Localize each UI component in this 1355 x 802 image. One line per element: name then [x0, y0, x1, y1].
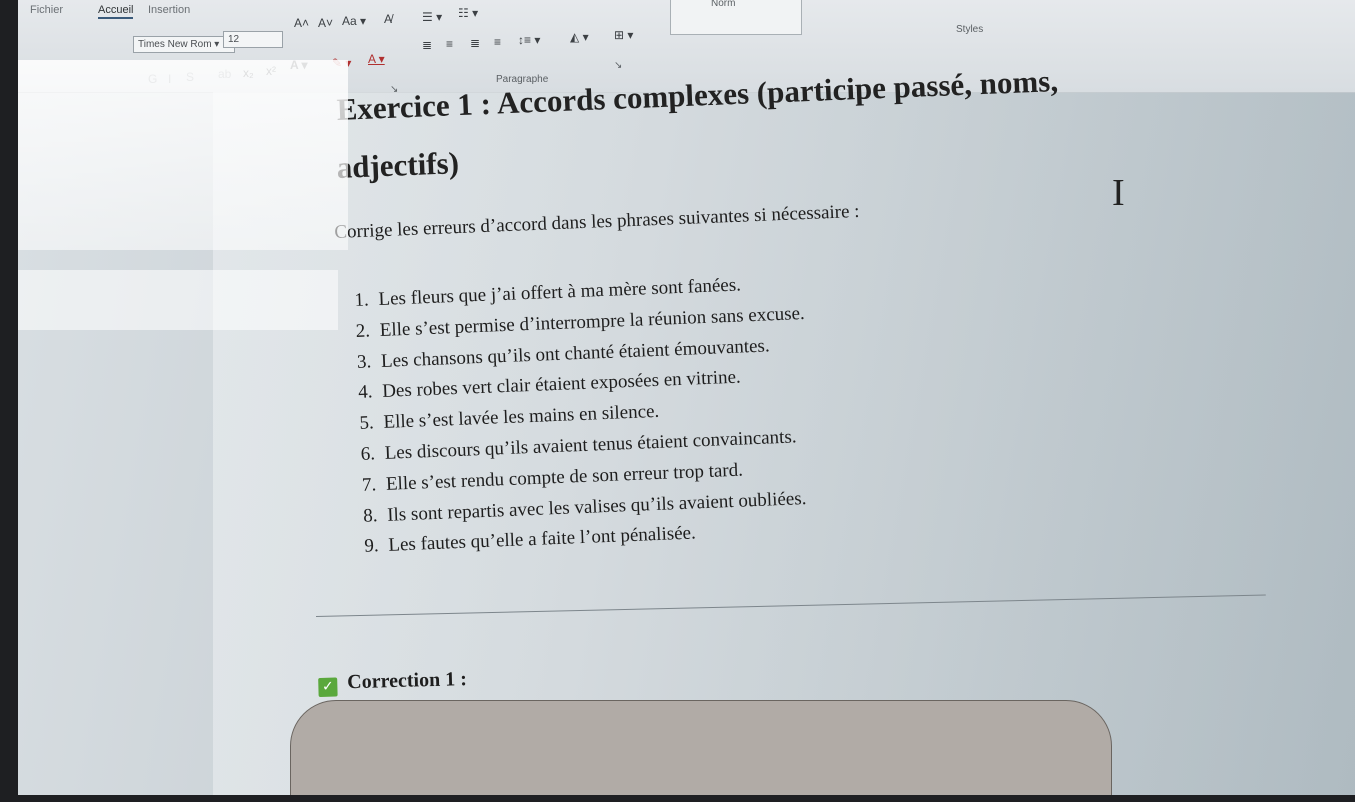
bullets-icon[interactable]: ☰ ▾	[422, 10, 442, 24]
text-effects-icon[interactable]: A ▾	[290, 58, 308, 72]
correction-heading: ✓ Correction 1 :	[318, 668, 467, 697]
exercise-item-number: 1.	[354, 289, 370, 311]
screen: Fichier Accueil Insertion Times New Rom …	[18, 0, 1355, 795]
font-name-value: Times New Rom	[138, 39, 212, 50]
strikethrough-button[interactable]: ab	[218, 67, 231, 81]
exercise-item-number: 7.	[361, 474, 377, 496]
exercise-list: 1. Les fleurs que j’ai offert à ma mère s…	[354, 268, 814, 563]
change-case-button[interactable]: Aa ▾	[342, 14, 366, 28]
checkmark-icon: ✓	[318, 677, 338, 697]
justify-icon[interactable]: ≡	[494, 35, 501, 49]
exercise-item-number: 8.	[362, 504, 378, 527]
chevron-down-icon: ▾	[211, 39, 220, 50]
exercise-item-number: 5.	[359, 412, 375, 435]
exercise-item-number: 6.	[360, 443, 376, 465]
style-gallery[interactable]: Norm	[670, 0, 802, 35]
line-spacing-icon[interactable]: ↕≡ ▾	[518, 33, 540, 47]
font-size-select[interactable]: 12	[223, 31, 283, 48]
shrink-font-button[interactable]: A˅	[318, 16, 333, 30]
highlight-icon[interactable]: ✎ ▾	[332, 56, 351, 70]
exercise-item-number: 3.	[356, 350, 372, 373]
text-cursor-icon: I	[1112, 172, 1125, 214]
align-left-icon[interactable]: ≣	[422, 38, 432, 52]
clear-format-icon[interactable]: A̸	[384, 12, 392, 26]
font-color-icon[interactable]: A ▾	[368, 52, 385, 66]
font-name-select[interactable]: Times New Rom ▾	[133, 36, 235, 53]
align-center-icon[interactable]: ≡	[446, 37, 453, 51]
exercise-item-number: 9.	[364, 535, 380, 558]
align-right-icon[interactable]: ≣	[470, 36, 480, 50]
borders-icon[interactable]: ⊞ ▾	[614, 28, 633, 42]
grow-font-button[interactable]: A˄	[294, 16, 309, 30]
tab-accueil[interactable]: Accueil	[98, 4, 134, 19]
font-size-value: 12	[228, 34, 240, 45]
italic-button[interactable]: I	[168, 72, 171, 86]
exercise-item-text: Elle s’est lavée les mains en silence.	[383, 401, 660, 434]
superscript-button[interactable]: x²	[266, 64, 276, 78]
correction-box[interactable]	[290, 700, 1112, 795]
exercise-item-number: 2.	[355, 320, 371, 342]
shading-icon[interactable]: ◭ ▾	[570, 30, 589, 44]
bold-button[interactable]: G	[148, 72, 157, 86]
styles-group-label: Styles	[956, 24, 984, 35]
style-normal[interactable]: Norm	[711, 0, 735, 9]
tab-insertion[interactable]: Insertion	[148, 4, 190, 16]
paragraph-dialog-launcher-icon[interactable]: ↘	[614, 60, 622, 71]
subscript-button[interactable]: x₂	[243, 66, 254, 80]
underline-button[interactable]: S	[186, 70, 194, 84]
exercise-item-number: 4.	[357, 381, 373, 404]
correction-heading-text: Correction 1 :	[346, 668, 468, 694]
numbering-icon[interactable]: ☷ ▾	[458, 6, 478, 20]
exercise-title-line-2: adjectifs)	[336, 145, 460, 185]
tab-fichier[interactable]: Fichier	[30, 4, 63, 16]
